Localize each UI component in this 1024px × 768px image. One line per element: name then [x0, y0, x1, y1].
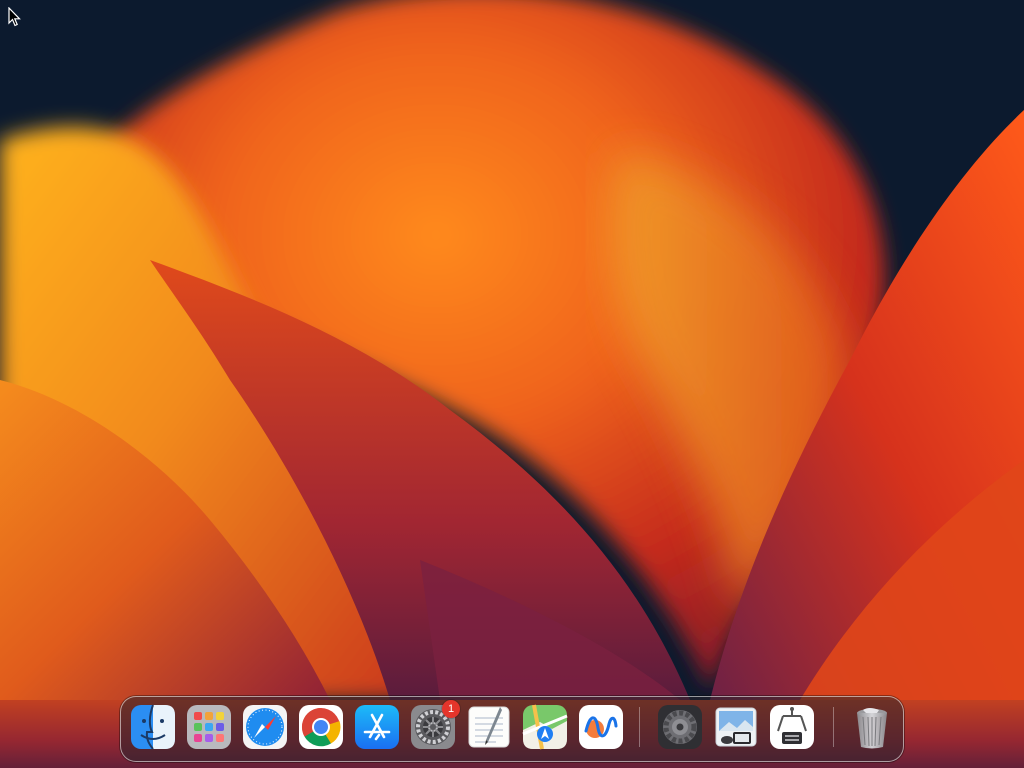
chrome-icon — [299, 705, 343, 749]
launchpad-icon — [187, 705, 231, 749]
dock-item-system-information[interactable] — [769, 704, 815, 750]
notification-badge: 1 — [442, 700, 460, 718]
textedit-icon — [468, 706, 510, 748]
preview-icon — [715, 707, 757, 747]
dock-item-freeform[interactable] — [578, 704, 624, 750]
dock-item-safari[interactable] — [242, 704, 288, 750]
dock-item-textedit[interactable] — [466, 704, 512, 750]
system-information-icon — [770, 705, 814, 749]
safari-icon — [243, 705, 287, 749]
dock: 1 — [120, 696, 904, 762]
arrow-pointer-icon — [8, 7, 21, 27]
app-store-icon — [355, 705, 399, 749]
dock-item-finder[interactable] — [130, 704, 176, 750]
dock-item-trash[interactable] — [849, 704, 895, 750]
dock-item-system-preferences[interactable]: 1 — [410, 700, 460, 750]
dock-item-preview[interactable] — [713, 704, 759, 750]
dock-divider — [833, 707, 834, 747]
dock-item-settings[interactable] — [657, 704, 703, 750]
dock-item-chrome[interactable] — [298, 704, 344, 750]
trash-icon — [857, 708, 887, 749]
dock-item-maps[interactable] — [522, 704, 568, 750]
dock-item-app-store[interactable] — [354, 704, 400, 750]
desktop-wallpaper — [0, 0, 1024, 768]
gear-icon — [658, 705, 702, 749]
maps-icon — [522, 704, 568, 750]
freeform-icon — [579, 705, 623, 749]
finder-icon — [131, 704, 175, 750]
dock-divider — [639, 707, 640, 747]
dock-item-launchpad[interactable] — [186, 704, 232, 750]
desktop — [0, 0, 1024, 768]
